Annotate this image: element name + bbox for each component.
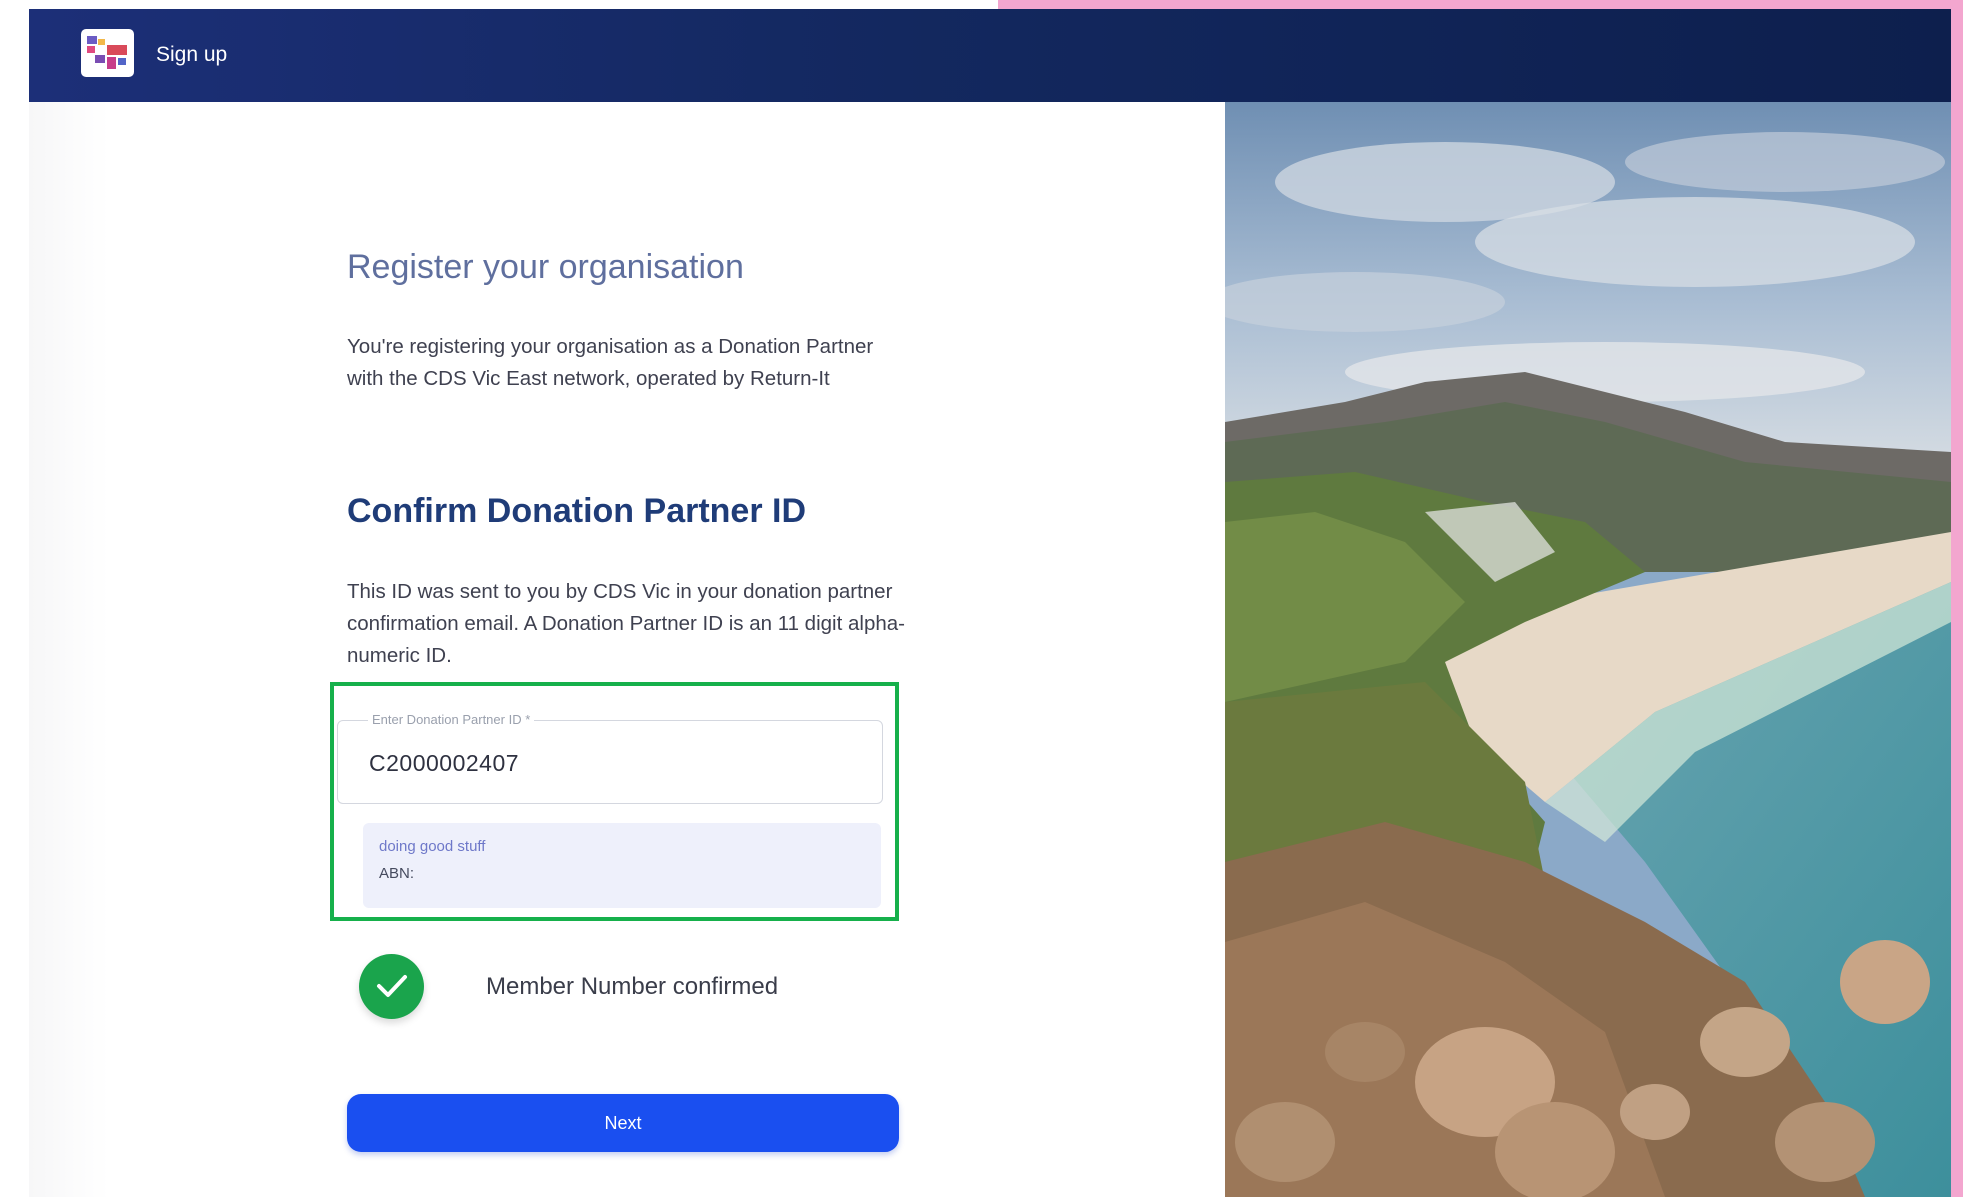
highlight-box: Enter Donation Partner ID * C2000002407 …	[330, 682, 899, 921]
header-title: Sign up	[156, 43, 228, 66]
signup-app: Sign up Register your organisation You'r…	[29, 9, 1951, 1197]
member-confirmed-text: Member Number confirmed	[486, 973, 779, 1000]
organisation-abn: ABN:	[379, 865, 415, 882]
next-button[interactable]: Next	[347, 1094, 899, 1152]
donation-partner-id-field[interactable]: Enter Donation Partner ID * C2000002407	[337, 712, 883, 804]
cds-vic-logo-icon[interactable]	[81, 29, 134, 77]
organisation-name: doing good stuff	[379, 838, 486, 855]
form-panel: Register your organisation You're regist…	[29, 102, 1225, 1197]
confirm-heading: Confirm Donation Partner ID	[347, 492, 807, 530]
donation-partner-id-value[interactable]: C2000002407	[369, 750, 519, 777]
register-heading: Register your organisation	[347, 248, 744, 286]
confirm-description: This ID was sent to you by CDS Vic in yo…	[347, 580, 905, 667]
coastal-landscape-photo	[1225, 102, 1951, 1197]
register-description: You're registering your organisation as …	[347, 335, 874, 390]
check-circle-icon	[359, 954, 424, 1019]
member-confirmed-status: Member Number confirmed	[347, 954, 927, 1024]
screen: Sign up Register your organisation You'r…	[0, 0, 1963, 1197]
top-header: Sign up	[29, 9, 1951, 102]
pink-frame-right	[1951, 0, 1963, 1197]
donation-partner-id-label: Enter Donation Partner ID *	[368, 712, 535, 727]
organisation-info-card: doing good stuff ABN:	[363, 823, 881, 908]
pink-frame-top	[998, 0, 1963, 9]
